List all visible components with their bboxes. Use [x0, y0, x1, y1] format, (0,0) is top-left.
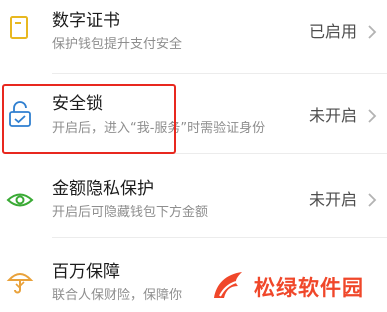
eye-icon [6, 186, 34, 214]
item-subtitle: 开启后可隐藏钱包下方金额 [52, 205, 209, 220]
wallet-security-settings-screen: 数字证书 保护钱包提升支付安全 已启用 安全锁 开启后，进入“我-服务”时需验证… [0, 0, 387, 312]
item-title: 数字证书 [52, 11, 120, 31]
status-label: 未开启 [308, 106, 357, 125]
status-label: 已启用 [308, 22, 357, 41]
item-title: 金额隐私保护 [52, 179, 154, 199]
document-certificate-icon [6, 14, 34, 42]
item-title: 百万保障 [52, 262, 120, 282]
item-subtitle: 保护钱包提升支付安全 [52, 37, 183, 52]
watermark-logo-icon [210, 268, 246, 302]
list-item-amount-privacy[interactable]: 金额隐私保护 开启后可隐藏钱包下方金额 未开启 [0, 164, 387, 238]
chevron-right-icon [367, 108, 377, 124]
chevron-right-icon [367, 192, 377, 208]
highlight-annotation-box [2, 84, 176, 154]
watermark: 松绿软件园 [210, 266, 380, 304]
umbrella-icon [6, 268, 34, 296]
status-label: 未开启 [308, 190, 357, 209]
list-item-digital-certificate[interactable]: 数字证书 保护钱包提升支付安全 已启用 [0, 0, 387, 74]
watermark-text: 松绿软件园 [254, 276, 364, 300]
divider [52, 73, 387, 74]
divider [52, 237, 387, 238]
chevron-right-icon [367, 24, 377, 40]
item-subtitle: 联合人保财险，保障你 [52, 288, 183, 303]
